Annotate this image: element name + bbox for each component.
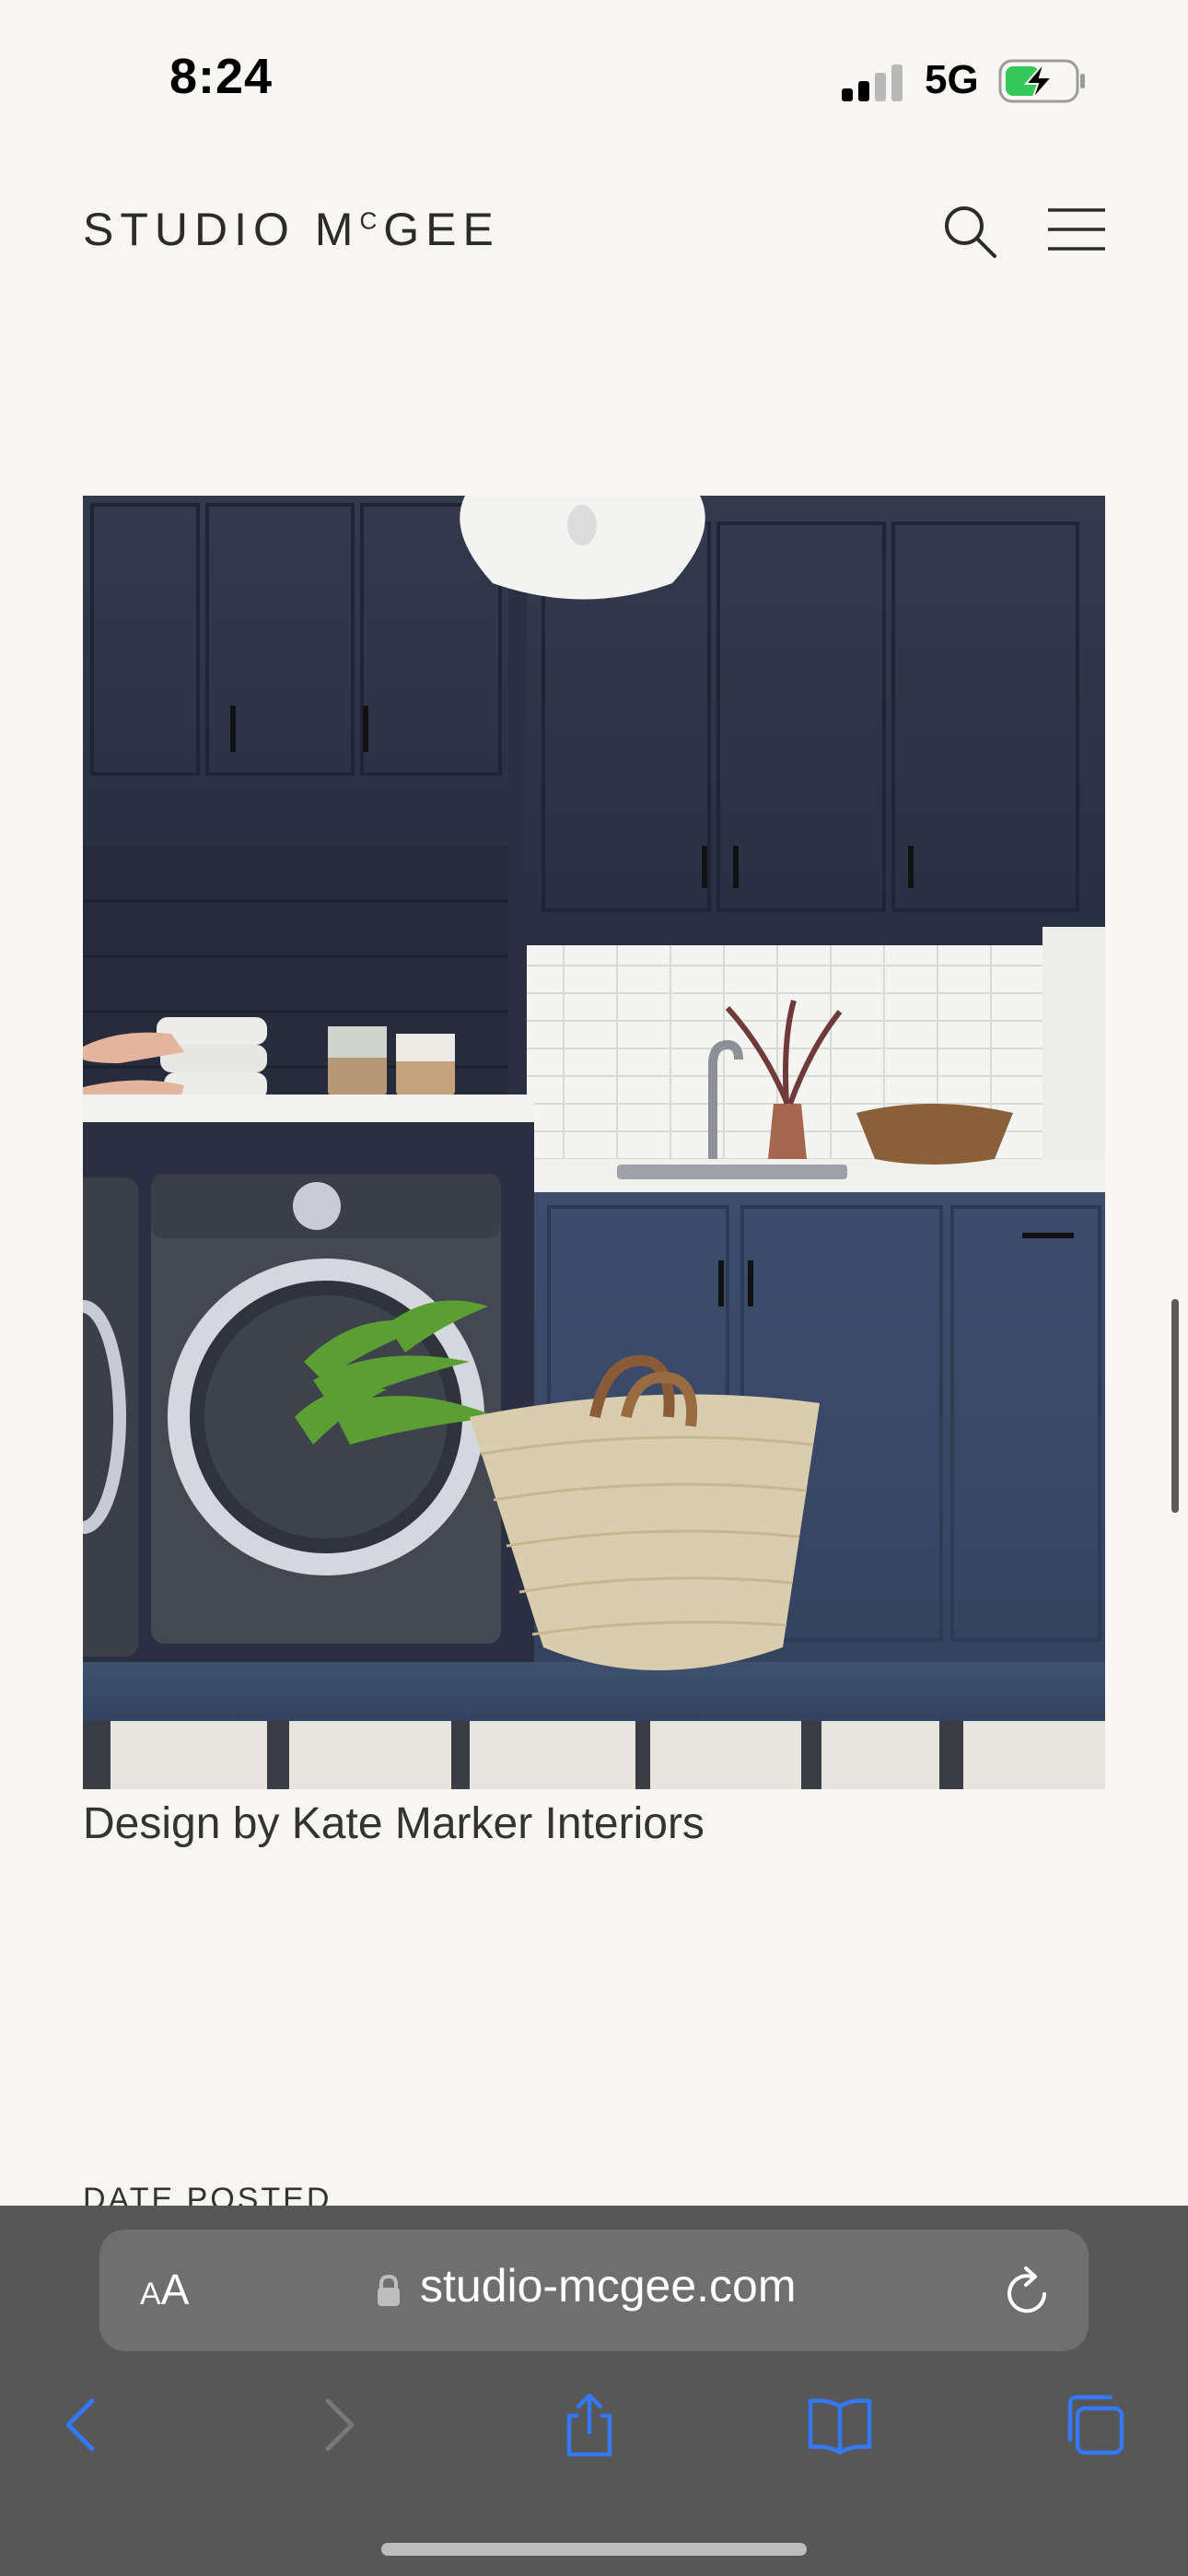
- status-bar: 8:24 5G: [0, 0, 1188, 157]
- laundry-room-photo: [83, 496, 1105, 1789]
- home-indicator[interactable]: [381, 2543, 807, 2556]
- chevron-left-icon[interactable]: [50, 2392, 116, 2458]
- logo-text-sup: C: [359, 206, 384, 235]
- chevron-right-icon[interactable]: [304, 2392, 370, 2458]
- logo-text-end: GEE: [383, 204, 500, 255]
- status-time: 8:24: [169, 49, 274, 104]
- book-icon[interactable]: [807, 2392, 873, 2458]
- text-size-button[interactable]: AA: [140, 2265, 189, 2314]
- reload-icon[interactable]: [1004, 2265, 1052, 2316]
- tabs-icon[interactable]: [1061, 2392, 1127, 2458]
- studio-mcgee-logo[interactable]: STUDIO MCGEE: [83, 203, 500, 256]
- search-icon[interactable]: [941, 203, 998, 260]
- scrollbar[interactable]: [1171, 1299, 1179, 1513]
- url-text[interactable]: studio-mcgee.com: [420, 2259, 797, 2313]
- photo-caption: Design by Kate Marker Interiors: [83, 1799, 705, 1848]
- share-icon[interactable]: [556, 2392, 623, 2458]
- hamburger-menu-icon[interactable]: [1046, 201, 1107, 258]
- battery-charging-icon: [998, 59, 1085, 103]
- text-size-small-glyph: A: [140, 2277, 161, 2312]
- site-header: STUDIO MCGEE: [0, 175, 1188, 276]
- text-size-large-glyph: A: [160, 2266, 190, 2313]
- logo-text-main: STUDIO M: [83, 204, 360, 255]
- cellular-signal-icon: [842, 64, 903, 101]
- laundry-room-illustration: [83, 496, 1105, 1789]
- network-type: 5G: [925, 57, 979, 102]
- lock-icon: [378, 2274, 400, 2306]
